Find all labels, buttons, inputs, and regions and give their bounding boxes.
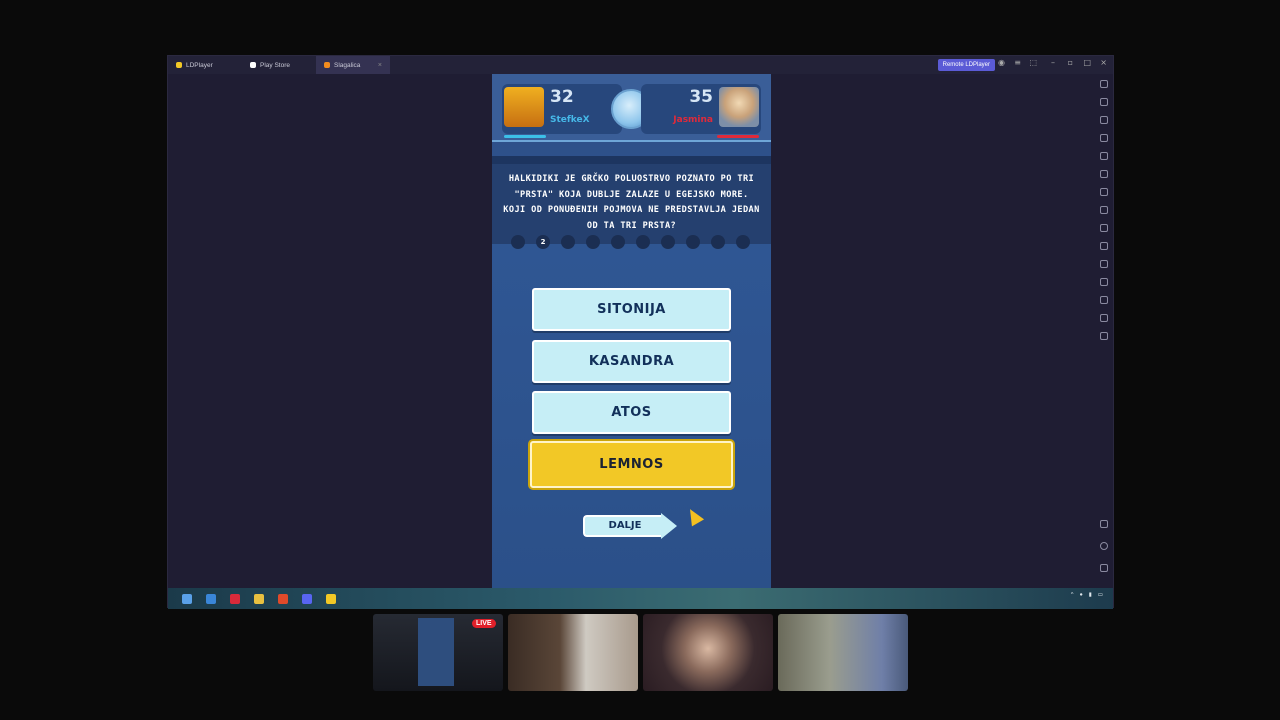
score-header: 32 StefkeX 35 Jasmina: [492, 74, 771, 142]
emulator-window: LDPlayer Play Store Slagalica × Remote L…: [167, 55, 1114, 609]
progress-dot: [661, 235, 675, 249]
webcam-participant-2: [508, 614, 638, 691]
progress-dot: 2: [536, 235, 550, 249]
player1-panel: 32 StefkeX: [502, 84, 622, 138]
back-icon[interactable]: [1100, 520, 1108, 528]
settings-icon[interactable]: [1100, 80, 1108, 88]
answer-option-2[interactable]: KASANDRA: [532, 340, 731, 383]
edge-icon[interactable]: [206, 593, 216, 604]
slagalica-icon: [324, 62, 330, 68]
rotate-icon[interactable]: [1100, 278, 1108, 286]
question-panel: HALKIDIKI JE GRČKO POLUOSTRVO POZNATO PO…: [492, 156, 771, 244]
shake-icon[interactable]: [1100, 206, 1108, 214]
macro-icon[interactable]: [1100, 224, 1108, 232]
progress-dot: [736, 235, 750, 249]
folder-icon[interactable]: [1100, 296, 1108, 304]
tab-ldplayer[interactable]: LDPlayer: [168, 56, 242, 74]
ldplayer-icon: [176, 62, 182, 68]
minimize-icon[interactable]: –: [1051, 58, 1055, 67]
progress-dot: [686, 235, 700, 249]
mini-game-preview: [418, 618, 454, 686]
windows-taskbar: ^ ● ▮ ▭: [168, 588, 1113, 609]
play-store-icon: [250, 62, 256, 68]
progress-dot: [586, 235, 600, 249]
tab-play-store[interactable]: Play Store: [242, 56, 316, 74]
mouse-cursor-icon: [683, 505, 705, 527]
mic-icon[interactable]: ●: [1079, 592, 1082, 598]
player2-panel: 35 Jasmina: [641, 84, 761, 138]
webcam-participant-3: [643, 614, 773, 691]
live-badge: LIVE: [472, 619, 496, 628]
youtube-icon[interactable]: [230, 593, 240, 604]
system-tray: ^ ● ▮ ▭: [1071, 592, 1103, 598]
question-progress: 2: [511, 235, 756, 251]
notification-icon[interactable]: ▭: [1098, 592, 1103, 598]
screenshot-icon[interactable]: [1100, 152, 1108, 160]
player2-score: 35: [689, 87, 713, 107]
player1-bar: [504, 135, 546, 138]
close-window-icon[interactable]: ×: [1100, 58, 1107, 67]
home-icon[interactable]: [1100, 542, 1108, 550]
answer-option-3[interactable]: ATOS: [532, 391, 731, 434]
network-icon[interactable]: ▮: [1089, 592, 1092, 598]
answer-option-1[interactable]: SITONIJA: [532, 288, 731, 331]
menu-icon[interactable]: ≡: [1014, 58, 1021, 67]
next-button[interactable]: DALJE: [583, 513, 681, 539]
brave-icon[interactable]: [278, 593, 288, 604]
progress-dot: [561, 235, 575, 249]
stream-stage: LDPlayer Play Store Slagalica × Remote L…: [0, 0, 1280, 720]
question-text: HALKIDIKI JE GRČKO POLUOSTRVO POZNATO PO…: [503, 174, 760, 231]
ldplayer-taskbar-icon[interactable]: [326, 593, 336, 604]
volume-down-icon[interactable]: [1100, 134, 1108, 142]
player1-score: 32: [550, 87, 574, 107]
record-icon[interactable]: [1100, 170, 1108, 178]
account-icon[interactable]: ◉: [998, 58, 1005, 67]
video-icon[interactable]: [1100, 242, 1108, 250]
webcam-participant-4: [778, 614, 908, 691]
next-button-label: DALJE: [608, 520, 642, 531]
emulator-toolbar: [1095, 74, 1113, 588]
sync-icon[interactable]: [1100, 260, 1108, 268]
file-explorer-icon[interactable]: [254, 593, 264, 604]
quiz-game-screen: 32 StefkeX 35 Jasmina HALKIDIKI JE GRČKO…: [492, 74, 771, 588]
windows-start-icon[interactable]: [182, 593, 192, 604]
apk-icon[interactable]: [1100, 188, 1108, 196]
close-tab-icon[interactable]: ×: [378, 62, 382, 69]
location-icon[interactable]: [1100, 314, 1108, 322]
player2-bar: [717, 135, 759, 138]
recents-icon[interactable]: [1100, 564, 1108, 572]
restore-icon[interactable]: ▫: [1068, 58, 1073, 67]
title-bar: LDPlayer Play Store Slagalica × Remote L…: [168, 56, 1113, 74]
keyboard-icon[interactable]: [1100, 98, 1108, 106]
volume-up-icon[interactable]: [1100, 116, 1108, 124]
progress-dot: [636, 235, 650, 249]
player2-name: Jasmina: [673, 115, 713, 125]
progress-dot: [611, 235, 625, 249]
tab-label: Slagalica: [334, 61, 361, 69]
tab-label: Play Store: [260, 61, 290, 69]
progress-dot: [511, 235, 525, 249]
maximize-icon[interactable]: □: [1083, 58, 1091, 67]
discord-icon[interactable]: [302, 593, 312, 604]
tab-label: LDPlayer: [186, 61, 213, 69]
player1-name: StefkeX: [550, 115, 590, 125]
progress-dot: [711, 235, 725, 249]
fullscreen-icon[interactable]: ⬚: [1029, 58, 1037, 67]
remote-ldplayer-button[interactable]: Remote LDPlayer: [937, 59, 995, 71]
more-icon[interactable]: [1100, 332, 1108, 340]
player2-avatar: [719, 87, 759, 127]
tab-slagalica[interactable]: Slagalica ×: [316, 56, 390, 74]
player1-avatar: [504, 87, 544, 127]
tray-chevron-icon[interactable]: ^: [1071, 592, 1074, 598]
answer-option-4[interactable]: LEMNOS: [530, 441, 733, 488]
